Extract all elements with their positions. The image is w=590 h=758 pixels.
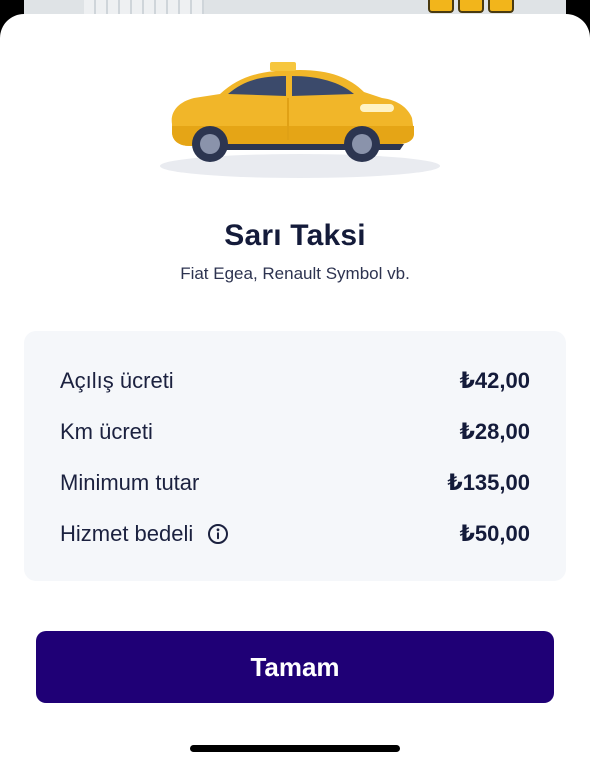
price-label: Hizmet bedeli: [60, 521, 194, 546]
price-row-opening: Açılış ücreti ₺42,00: [60, 364, 530, 398]
info-icon[interactable]: [207, 523, 229, 545]
price-label: Minimum tutar: [60, 470, 200, 495]
price-row-km: Km ücreti ₺28,00: [60, 415, 530, 449]
vehicle-info-sheet: Sarı Taksi Fiat Egea, Renault Symbol vb.…: [0, 14, 590, 758]
ok-button[interactable]: Tamam: [36, 631, 554, 703]
pricing-card: Açılış ücreti ₺42,00 Km ücreti ₺28,00 Mi…: [24, 331, 566, 581]
price-value: ₺135,00: [447, 470, 530, 495]
vehicle-title: Sarı Taksi: [224, 219, 366, 252]
price-value: ₺42,00: [459, 368, 530, 393]
taxi-marker: [488, 0, 514, 13]
price-label-with-info: Hizmet bedeli: [60, 521, 229, 547]
price-row-minimum: Minimum tutar ₺135,00: [60, 466, 530, 500]
map-taxi-markers: [428, 0, 524, 14]
price-label: Km ücreti: [60, 419, 153, 444]
taxi-marker: [428, 0, 454, 13]
price-row-service-fee: Hizmet bedeli ₺50,00: [60, 517, 530, 551]
home-indicator[interactable]: [190, 745, 400, 752]
taxi-marker: [458, 0, 484, 13]
price-label: Açılış ücreti: [60, 368, 174, 393]
price-value: ₺28,00: [459, 419, 530, 444]
vehicle-models: Fiat Egea, Renault Symbol vb.: [180, 264, 410, 283]
yellow-taxi-illustration: [150, 54, 440, 184]
price-value: ₺50,00: [459, 521, 530, 546]
